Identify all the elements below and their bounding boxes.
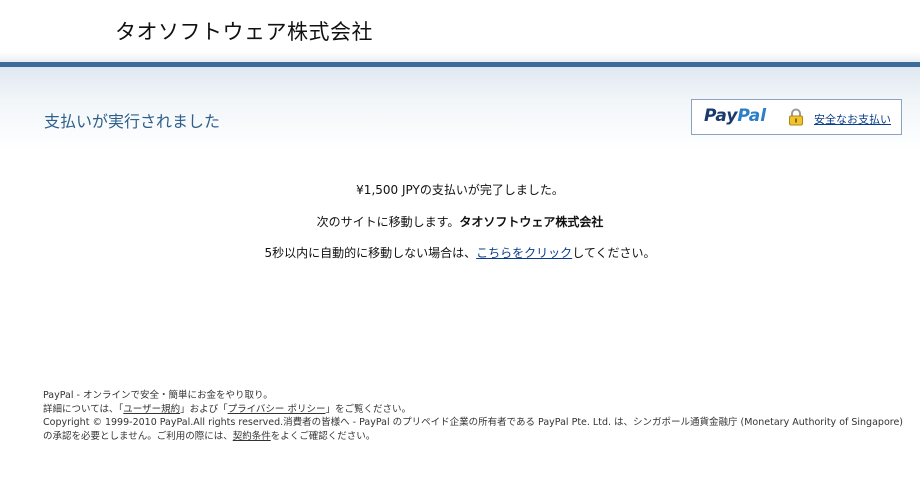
footer-text: 詳細については、「	[43, 403, 124, 415]
footer-text: 」および「	[180, 403, 228, 415]
lock-icon	[789, 108, 803, 126]
paypal-logo-pal: Pal	[737, 106, 767, 126]
paypal-logo-pay: Pay	[704, 106, 738, 126]
secure-payment-box: PayPal 安全なお支払い	[691, 99, 902, 135]
redirect-message: 次のサイトに移動します。タオソフトウェア株式会社	[0, 213, 920, 230]
page-title: 支払いが実行されました	[44, 112, 221, 131]
redirect-merchant-name: タオソフトウェア株式会社	[459, 215, 604, 229]
paypal-logo: PayPal	[704, 106, 766, 126]
user-agreement-link[interactable]: ユーザー規約	[123, 404, 180, 415]
secure-payment-link[interactable]: 安全なお支払い	[814, 111, 891, 127]
payment-complete-message: ¥1,500 JPYの支払いが完了しました。	[356, 183, 564, 197]
footer-tagline: PayPal - オンラインで安全・簡単にお金をやり取り。	[43, 390, 273, 401]
header-divider	[0, 52, 920, 62]
copyright-suffix: をよくご確認ください。	[270, 430, 376, 442]
privacy-policy-link[interactable]: プライバシー ポリシー	[228, 404, 326, 415]
redirect-prefix: 次のサイトに移動します。	[316, 215, 460, 229]
click-here-link[interactable]: こちらをクリック	[476, 246, 572, 260]
auto-redirect-prefix: 5秒以内に自動的に移動しない場合は、	[264, 246, 477, 260]
footer-copyright: Copyright © 1999-2010 PayPal.All rights …	[43, 416, 903, 443]
footer: PayPal - オンラインで安全・簡単にお金をやり取り。 詳細については、「ユ…	[43, 389, 903, 443]
merchant-name: タオソフトウェア株式会社	[115, 20, 373, 44]
merchant-header: タオソフトウェア株式会社	[0, 0, 920, 60]
auto-redirect-suffix: してください。	[572, 246, 656, 260]
terms-link[interactable]: 契約条件	[233, 431, 271, 442]
copyright-text: Copyright © 1999-2010 PayPal.All rights …	[43, 417, 904, 442]
footer-links-line: 詳細については、「ユーザー規約」および「プライバシー ポリシー」をご覧ください。	[43, 403, 903, 417]
auto-redirect-message: 5秒以内に自動的に移動しない場合は、こちらをクリックしてください。	[0, 244, 920, 261]
footer-text: 」をご覧ください。	[325, 403, 411, 415]
